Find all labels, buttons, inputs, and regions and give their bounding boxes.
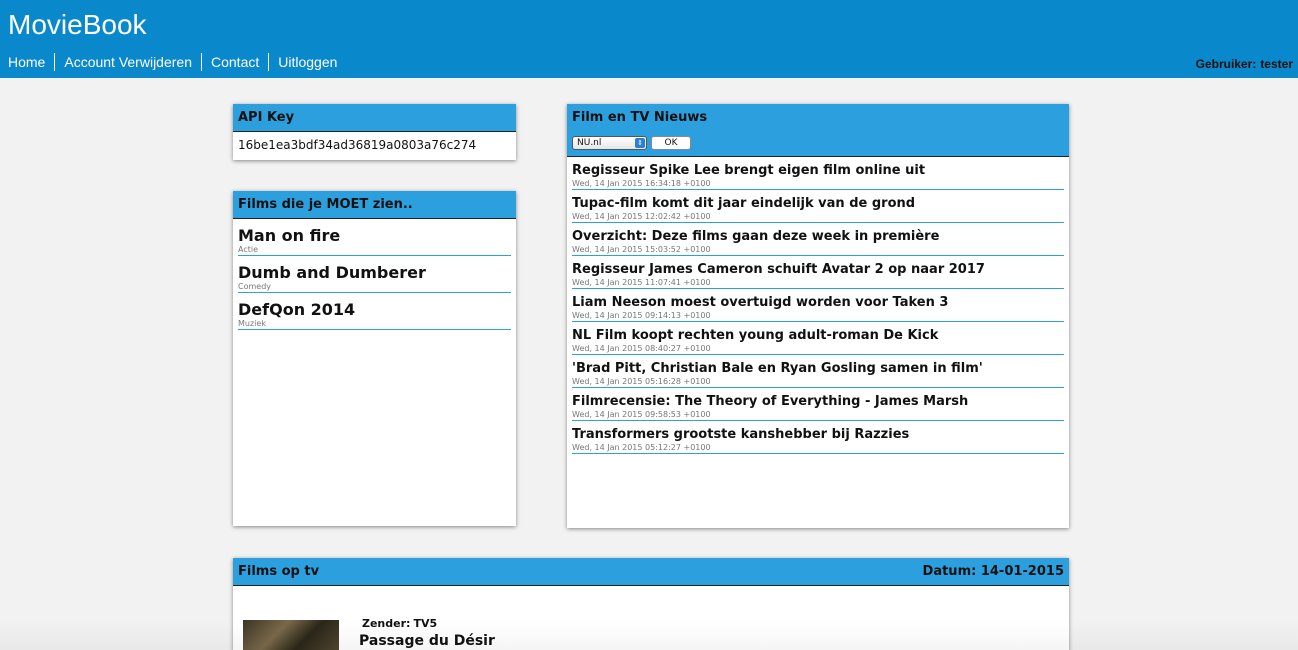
news-controls: NU.nl ⇕ OK	[572, 136, 691, 150]
panel-header: API Key	[233, 104, 516, 132]
tv-films-panel: Films op tv Datum: 14-01-2015 Zender: TV5…	[233, 558, 1069, 650]
list-item[interactable]: DefQon 2014 Muziek	[238, 293, 511, 330]
news-title: 'Brad Pitt, Christian Bale en Ryan Gosli…	[572, 361, 983, 376]
nav-home[interactable]: Home	[8, 53, 45, 71]
brand-logo[interactable]: MovieBook	[8, 8, 147, 42]
news-date: Wed, 14 Jan 2015 09:14:13 +0100	[572, 311, 711, 320]
top-header: MovieBook Home Account Verwijderen Conta…	[0, 0, 1298, 78]
panel-header: Film en TV Nieuws NU.nl ⇕ OK	[567, 104, 1069, 157]
api-key-panel: API Key 16be1ea3bdf34ad36819a0803a76c274	[233, 104, 516, 160]
film-genre: Muziek	[238, 319, 266, 328]
panel-title: Films op tv	[238, 564, 320, 579]
news-title: NL Film koopt rechten young adult-roman …	[572, 328, 939, 343]
panel-title: Film en TV Nieuws	[572, 110, 708, 125]
main-nav: Home Account Verwijderen Contact Uitlogg…	[8, 53, 337, 71]
news-date: Wed, 14 Jan 2015 12:02:42 +0100	[572, 212, 711, 221]
user-name: tester	[1260, 57, 1293, 71]
news-date: Wed, 14 Jan 2015 05:16:28 +0100	[572, 377, 711, 386]
must-see-films-panel: Films die je MOET zien.. Man on fire Act…	[233, 191, 516, 526]
list-item[interactable]: 'Brad Pitt, Christian Bale en Ryan Gosli…	[572, 355, 1064, 388]
panel-header: Films op tv Datum: 14-01-2015	[233, 558, 1069, 586]
user-info: Gebruiker: tester	[1192, 57, 1293, 71]
news-date: Wed, 14 Jan 2015 16:34:18 +0100	[572, 179, 711, 188]
list-item[interactable]: Filmrecensie: The Theory of Everything -…	[572, 388, 1064, 421]
nav-logout[interactable]: Uitloggen	[278, 53, 337, 71]
select-arrows-icon: ⇕	[635, 138, 645, 148]
news-source-select[interactable]: NU.nl ⇕	[572, 136, 647, 150]
news-title: Filmrecensie: The Theory of Everything -…	[572, 394, 969, 409]
list-item[interactable]: Regisseur Spike Lee brengt eigen film on…	[572, 157, 1064, 190]
api-key-value: 16be1ea3bdf34ad36819a0803a76c274	[238, 138, 477, 152]
news-date: Wed, 14 Jan 2015 11:07:41 +0100	[572, 278, 711, 287]
list-item[interactable]: Dumb and Dumberer Comedy	[238, 256, 511, 293]
news-title: Regisseur James Cameron schuift Avatar 2…	[572, 262, 985, 277]
news-date: Wed, 14 Jan 2015 05:12:27 +0100	[572, 443, 711, 452]
news-panel: Film en TV Nieuws NU.nl ⇕ OK Regisseur S…	[567, 104, 1069, 528]
panel-title: API Key	[238, 110, 295, 125]
film-list: Man on fire Actie Dumb and Dumberer Come…	[233, 219, 516, 330]
tv-show-title: Passage du Désir	[359, 633, 495, 649]
news-title: Regisseur Spike Lee brengt eigen film on…	[572, 163, 926, 178]
tv-date: Datum: 14-01-2015	[922, 564, 1064, 579]
news-list[interactable]: Regisseur Spike Lee brengt eigen film on…	[567, 157, 1069, 454]
news-title: Overzicht: Deze films gaan deze week in …	[572, 229, 940, 244]
nav-contact[interactable]: Contact	[211, 53, 259, 71]
nav-divider	[201, 53, 202, 71]
ok-button[interactable]: OK	[651, 136, 691, 150]
tv-thumbnail	[243, 620, 339, 650]
news-source-value: NU.nl	[577, 138, 602, 148]
list-item[interactable]: Man on fire Actie	[238, 219, 511, 256]
news-title: Tupac-film komt dit jaar eindelijk van d…	[572, 196, 916, 211]
nav-divider	[54, 53, 56, 71]
tv-channel-label: Zender:	[362, 617, 411, 630]
nav-divider	[268, 53, 270, 71]
nav-account-delete[interactable]: Account Verwijderen	[64, 53, 192, 71]
list-item[interactable]: Overzicht: Deze films gaan deze week in …	[572, 223, 1064, 256]
film-genre: Comedy	[238, 282, 272, 291]
tv-channel-value: TV5	[413, 617, 438, 630]
list-item[interactable]: Transformers grootste kanshebber bij Raz…	[572, 421, 1064, 454]
list-item[interactable]: Liam Neeson moest overtuigd worden voor …	[572, 289, 1064, 322]
panel-header: Films die je MOET zien..	[233, 191, 516, 219]
film-genre: Actie	[238, 245, 259, 254]
news-title: Liam Neeson moest overtuigd worden voor …	[572, 295, 949, 310]
news-date: Wed, 14 Jan 2015 09:58:53 +0100	[572, 410, 711, 419]
tv-channel: Zender: TV5	[359, 617, 437, 630]
news-date: Wed, 14 Jan 2015 15:03:52 +0100	[572, 245, 711, 254]
user-label: Gebruiker:	[1195, 57, 1257, 71]
film-title: Man on fire	[238, 226, 341, 245]
panel-title: Films die je MOET zien..	[238, 197, 413, 212]
film-title: Dumb and Dumberer	[238, 263, 426, 282]
list-item[interactable]: Tupac-film komt dit jaar eindelijk van d…	[572, 190, 1064, 223]
news-title: Transformers grootste kanshebber bij Raz…	[572, 427, 910, 442]
list-item[interactable]: NL Film koopt rechten young adult-roman …	[572, 322, 1064, 355]
news-date: Wed, 14 Jan 2015 08:40:27 +0100	[572, 344, 711, 353]
film-title: DefQon 2014	[238, 300, 356, 319]
list-item[interactable]: Regisseur James Cameron schuift Avatar 2…	[572, 256, 1064, 289]
